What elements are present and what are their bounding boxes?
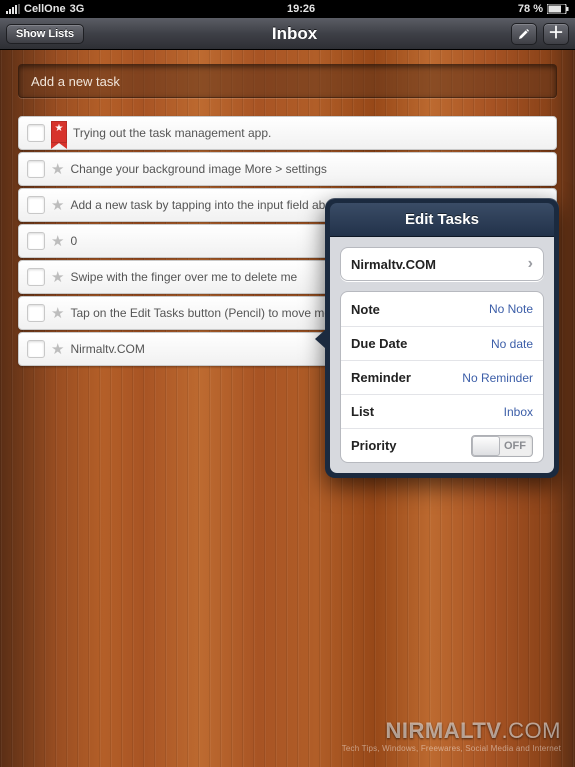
field-label: Due Date [351, 336, 407, 351]
popover-note-row[interactable]: Note No Note [341, 292, 543, 326]
star-icon[interactable]: ★ [51, 306, 64, 321]
field-value: No Note [489, 302, 533, 316]
popover-task-title: Nirmaltv.COM [351, 257, 436, 272]
add-task-button[interactable]: ＋ [543, 23, 569, 45]
watermark-brand: NIRMALTV [386, 718, 502, 743]
popover-priority-row: Priority OFF [341, 428, 543, 462]
nav-bar: Show Lists Inbox ＋ [0, 18, 575, 50]
field-value: No Reminder [462, 371, 533, 385]
field-value: Inbox [504, 405, 533, 419]
page-title: Inbox [84, 24, 505, 44]
task-checkbox[interactable] [27, 304, 45, 322]
watermark-tld: .COM [502, 718, 561, 743]
watermark: NIRMALTV.COM Tech Tips, Windows, Freewar… [342, 718, 561, 753]
task-checkbox[interactable] [27, 340, 45, 358]
popover-field-list: Note No Note Due Date No date Reminder N… [340, 291, 544, 463]
popover-task-title-row[interactable]: Nirmaltv.COM › [340, 247, 544, 281]
task-row[interactable]: Trying out the task management app. [18, 116, 557, 150]
task-title: Change your background image More > sett… [70, 162, 548, 176]
priority-toggle[interactable]: OFF [471, 435, 533, 457]
status-bar: CellOne 3G 19:26 78 % [0, 0, 575, 18]
pencil-icon [518, 28, 530, 40]
battery-percent: 78 % [518, 3, 543, 15]
task-checkbox[interactable] [27, 124, 45, 142]
popover-title: Edit Tasks [330, 203, 554, 237]
task-checkbox[interactable] [27, 160, 45, 178]
chevron-right-icon: › [528, 255, 533, 273]
show-lists-button[interactable]: Show Lists [6, 24, 84, 44]
clock: 19:26 [84, 3, 518, 15]
star-icon[interactable]: ★ [51, 270, 64, 285]
star-icon[interactable]: ★ [51, 234, 64, 249]
field-value: No date [491, 337, 533, 351]
toggle-knob [472, 436, 500, 456]
task-checkbox[interactable] [27, 268, 45, 286]
carrier-label: CellOne [24, 3, 66, 15]
network-label: 3G [70, 3, 85, 15]
edit-tasks-popover: Edit Tasks Nirmaltv.COM › Note No Note D… [325, 198, 559, 478]
priority-ribbon-icon[interactable] [51, 121, 67, 143]
new-task-input[interactable] [18, 64, 557, 98]
task-checkbox[interactable] [27, 196, 45, 214]
edit-tasks-button[interactable] [511, 23, 537, 45]
field-label: Priority [351, 438, 397, 453]
star-icon[interactable]: ★ [51, 162, 64, 177]
task-checkbox[interactable] [27, 232, 45, 250]
battery-icon [547, 4, 569, 14]
watermark-tagline: Tech Tips, Windows, Freewares, Social Me… [342, 744, 561, 753]
field-label: Note [351, 302, 380, 317]
popover-arrow-icon [315, 330, 325, 348]
popover-due-row[interactable]: Due Date No date [341, 326, 543, 360]
task-title: Trying out the task management app. [73, 126, 548, 140]
toggle-off-label: OFF [504, 440, 526, 452]
plus-icon: ＋ [548, 26, 564, 42]
task-row[interactable]: ★ Change your background image More > se… [18, 152, 557, 186]
field-label: List [351, 404, 374, 419]
popover-body: Nirmaltv.COM › Note No Note Due Date No … [330, 237, 554, 473]
signal-icon [6, 4, 20, 14]
popover-list-row[interactable]: List Inbox [341, 394, 543, 428]
field-label: Reminder [351, 370, 411, 385]
star-icon[interactable]: ★ [51, 198, 64, 213]
star-icon[interactable]: ★ [51, 342, 64, 357]
popover-reminder-row[interactable]: Reminder No Reminder [341, 360, 543, 394]
